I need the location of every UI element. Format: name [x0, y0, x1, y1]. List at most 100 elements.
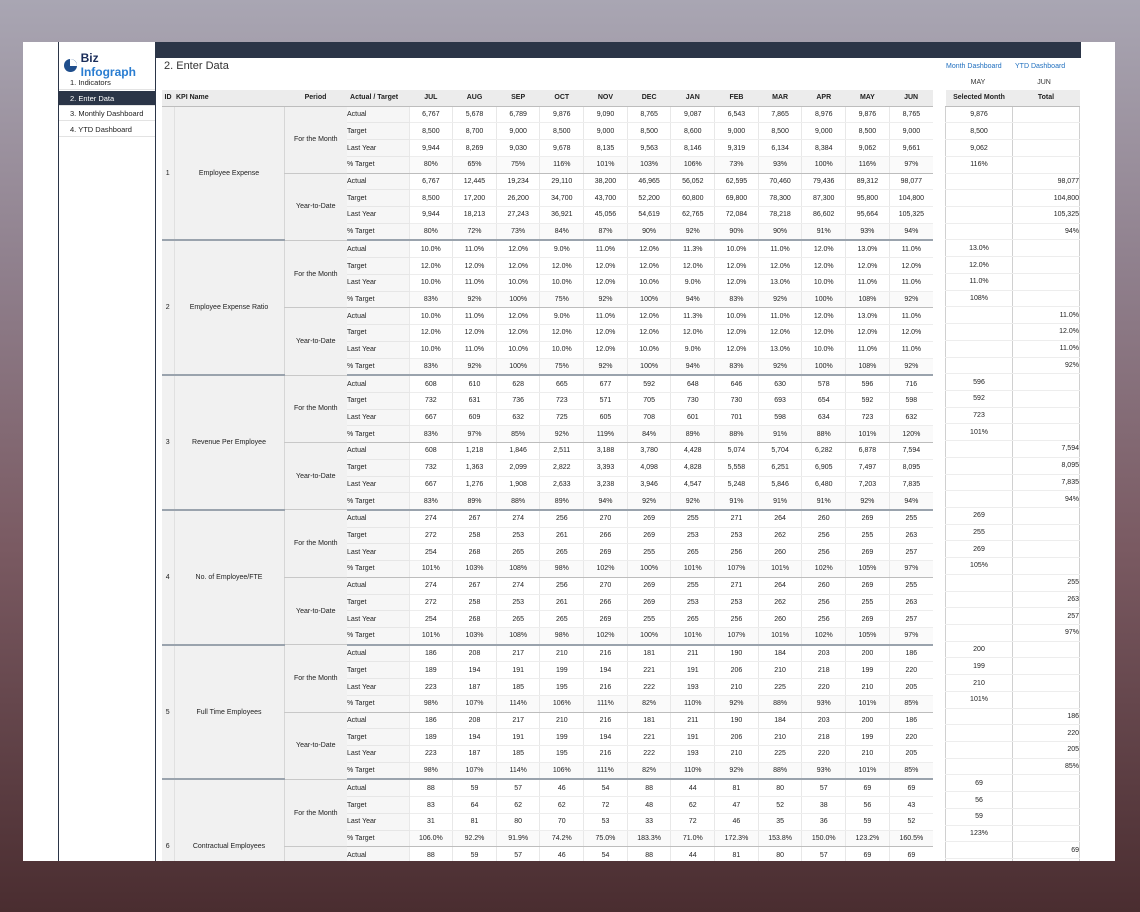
cell-dec[interactable]: 82%: [626, 695, 671, 713]
cell-nov[interactable]: 9,000: [583, 122, 628, 141]
cell-aug[interactable]: 1,218: [452, 442, 497, 460]
cell-dec[interactable]: 100%: [626, 627, 671, 646]
cell-apr[interactable]: 9,000: [801, 122, 846, 141]
cell-may[interactable]: 95,664: [845, 206, 890, 224]
cell-jul[interactable]: 10.0%: [408, 307, 453, 326]
cell-feb[interactable]: 210: [714, 745, 759, 763]
cell-feb[interactable]: 88%: [714, 425, 759, 444]
cell-nov[interactable]: 216: [583, 644, 628, 663]
cell-sep[interactable]: 57: [495, 846, 540, 861]
cell-aug[interactable]: 268: [452, 543, 497, 562]
cell-mar[interactable]: 80: [757, 779, 802, 798]
cell-oct[interactable]: 10.0%: [539, 341, 584, 359]
cell-jul[interactable]: 272: [408, 527, 453, 545]
cell-apr[interactable]: 256: [801, 543, 846, 562]
cell-aug[interactable]: 267: [452, 509, 497, 528]
cell-feb[interactable]: 46: [714, 813, 759, 831]
cell-mar[interactable]: 92%: [757, 291, 802, 309]
cell-feb[interactable]: 9,000: [714, 122, 759, 141]
cell-jul[interactable]: 83%: [408, 291, 453, 309]
cell-sep[interactable]: 185: [495, 678, 540, 696]
cell-nov[interactable]: 3,188: [583, 442, 628, 460]
cell-dec[interactable]: 222: [626, 745, 671, 763]
cell-nov[interactable]: 269: [583, 543, 628, 562]
cell-aug[interactable]: 1,363: [452, 459, 497, 477]
cell-aug[interactable]: 97%: [452, 425, 497, 444]
cell-feb[interactable]: 72,084: [714, 206, 759, 224]
cell-dec[interactable]: 4,098: [626, 459, 671, 477]
cell-dec[interactable]: 103%: [626, 156, 671, 174]
cell-aug[interactable]: 208: [452, 644, 497, 663]
cell-may[interactable]: 13.0%: [845, 240, 890, 259]
cell-mar[interactable]: 262: [757, 527, 802, 545]
cell-jul[interactable]: 8,500: [408, 189, 453, 208]
cell-aug[interactable]: 18,213: [452, 206, 497, 224]
cell-aug[interactable]: 8,269: [452, 139, 497, 157]
cell-jan[interactable]: 94%: [670, 291, 715, 309]
cell-feb[interactable]: 47: [714, 796, 759, 814]
cell-may[interactable]: 200: [845, 644, 890, 663]
cell-may[interactable]: 12.0%: [845, 257, 890, 275]
cell-feb[interactable]: 210: [714, 678, 759, 696]
cell-nov[interactable]: 53: [583, 813, 628, 831]
cell-feb[interactable]: 73%: [714, 156, 759, 174]
cell-nov[interactable]: 94%: [583, 492, 628, 511]
cell-sep[interactable]: 9,030: [495, 139, 540, 157]
cell-aug[interactable]: 92.2%: [452, 830, 497, 848]
cell-may[interactable]: 199: [845, 661, 890, 680]
cell-nov[interactable]: 87%: [583, 223, 628, 242]
cell-jul[interactable]: 274: [408, 509, 453, 528]
cell-aug[interactable]: 11.0%: [452, 240, 497, 259]
cell-oct[interactable]: 46: [539, 779, 584, 798]
cell-jan[interactable]: 9,087: [670, 106, 715, 124]
cell-jul[interactable]: 186: [408, 644, 453, 663]
cell-may[interactable]: 105%: [845, 560, 890, 578]
cell-jun[interactable]: 8,095: [888, 459, 933, 477]
cell-sep[interactable]: 6,789: [495, 106, 540, 124]
cell-oct[interactable]: 9.0%: [539, 307, 584, 326]
cell-oct[interactable]: 34,700: [539, 189, 584, 208]
cell-apr[interactable]: 6,282: [801, 442, 846, 460]
cell-mar[interactable]: 88%: [757, 695, 802, 713]
cell-nov[interactable]: 194: [583, 661, 628, 680]
cell-oct[interactable]: 2,633: [539, 476, 584, 494]
cell-jun[interactable]: 11.0%: [888, 274, 933, 292]
cell-jun[interactable]: 85%: [888, 695, 933, 713]
cell-dec[interactable]: 269: [626, 527, 671, 545]
cell-jan[interactable]: 92%: [670, 223, 715, 242]
cell-jul[interactable]: 80%: [408, 223, 453, 242]
cell-nov[interactable]: 38,200: [583, 173, 628, 191]
cell-sep[interactable]: 628: [495, 375, 540, 393]
cell-jun[interactable]: 220: [888, 728, 933, 747]
cell-jun[interactable]: 9,661: [888, 139, 933, 157]
cell-may[interactable]: 116%: [845, 156, 890, 174]
cell-oct[interactable]: 210: [539, 644, 584, 663]
cell-apr[interactable]: 12.0%: [801, 307, 846, 326]
cell-may[interactable]: 69: [845, 846, 890, 861]
cell-apr[interactable]: 79,436: [801, 173, 846, 191]
cell-feb[interactable]: 69,800: [714, 189, 759, 208]
cell-feb[interactable]: 701: [714, 409, 759, 427]
cell-sep[interactable]: 10.0%: [495, 341, 540, 359]
cell-mar[interactable]: 11.0%: [757, 307, 802, 326]
cell-jan[interactable]: 110%: [670, 695, 715, 713]
cell-feb[interactable]: 62,595: [714, 173, 759, 191]
cell-mar[interactable]: 210: [757, 661, 802, 680]
cell-aug[interactable]: 194: [452, 728, 497, 747]
cell-may[interactable]: 12.0%: [845, 324, 890, 342]
cell-aug[interactable]: 81: [452, 813, 497, 831]
cell-mar[interactable]: 260: [757, 543, 802, 562]
cell-jun[interactable]: 255: [888, 509, 933, 528]
cell-jul[interactable]: 101%: [408, 627, 453, 646]
cell-may[interactable]: 101%: [845, 425, 890, 444]
cell-mar[interactable]: 11.0%: [757, 240, 802, 259]
cell-jan[interactable]: 648: [670, 375, 715, 393]
cell-sep[interactable]: 12.0%: [495, 307, 540, 326]
cell-jul[interactable]: 223: [408, 745, 453, 763]
cell-mar[interactable]: 88%: [757, 762, 802, 781]
cell-may[interactable]: 255: [845, 527, 890, 545]
cell-jun[interactable]: 98,077: [888, 173, 933, 191]
cell-jul[interactable]: 83%: [408, 492, 453, 511]
cell-mar[interactable]: 93%: [757, 156, 802, 174]
cell-mar[interactable]: 6,251: [757, 459, 802, 477]
